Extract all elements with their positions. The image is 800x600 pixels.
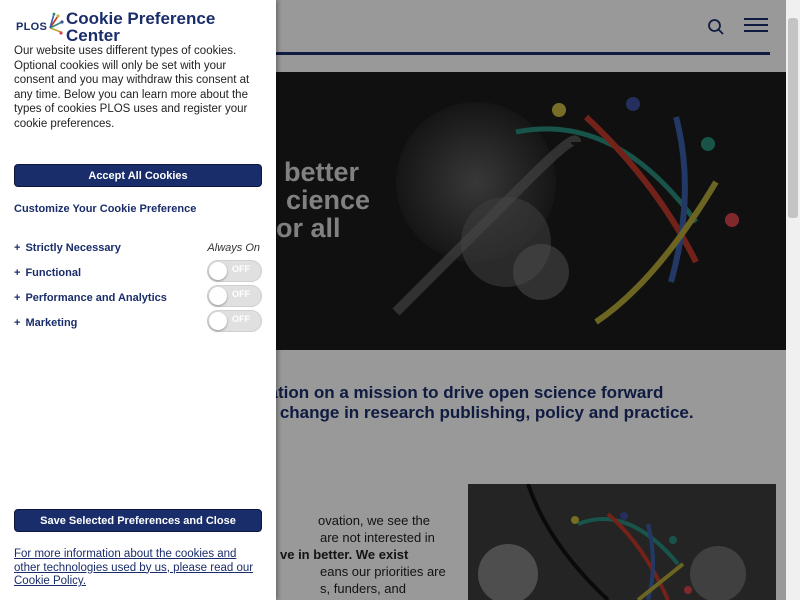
functional-toggle[interactable]: OFF	[207, 260, 262, 282]
expand-plus-icon[interactable]: +	[14, 317, 20, 329]
toggle-knob	[209, 262, 227, 280]
toggle-state: OFF	[232, 264, 250, 274]
scrollbar-thumb[interactable]	[788, 18, 798, 218]
category-name: Functional	[25, 267, 82, 279]
performance-analytics-toggle[interactable]: OFF	[207, 285, 262, 307]
always-on-status: Always On	[207, 242, 260, 254]
accept-all-cookies-button[interactable]: Accept All Cookies	[14, 164, 262, 187]
expand-plus-icon[interactable]: +	[14, 242, 20, 254]
category-name: Marketing	[25, 317, 78, 329]
logo-text: PLOS	[16, 21, 48, 33]
marketing-toggle[interactable]: OFF	[207, 310, 262, 332]
expand-plus-icon[interactable]: +	[14, 292, 20, 304]
cookie-policy-link[interactable]: For more information about the cookies a…	[14, 548, 264, 589]
category-performance-analytics[interactable]: + Performance and Analytics OFF	[14, 285, 266, 309]
category-label[interactable]: + Functional	[14, 267, 81, 279]
plos-logo-icon: PLOS	[14, 12, 64, 44]
category-label[interactable]: + Marketing	[14, 317, 77, 329]
category-marketing[interactable]: + Marketing OFF	[14, 310, 266, 334]
category-functional[interactable]: + Functional OFF	[14, 260, 266, 284]
toggle-state: OFF	[232, 289, 250, 299]
customize-heading: Customize Your Cookie Preference	[14, 203, 197, 215]
save-preferences-button[interactable]: Save Selected Preferences and Close	[14, 509, 262, 532]
category-label[interactable]: + Strictly Necessary	[14, 242, 121, 254]
cookie-preference-panel: PLOS Cookie Preference Center Our websit…	[0, 0, 276, 600]
toggle-state: OFF	[232, 314, 250, 324]
category-strictly-necessary[interactable]: + Strictly Necessary Always On	[14, 239, 266, 259]
toggle-knob	[209, 287, 227, 305]
toggle-knob	[209, 312, 227, 330]
expand-plus-icon[interactable]: +	[14, 267, 20, 279]
category-label[interactable]: + Performance and Analytics	[14, 292, 167, 304]
category-name: Strictly Necessary	[25, 242, 121, 254]
category-name: Performance and Analytics	[25, 292, 167, 304]
panel-title: Cookie Preference Center	[66, 9, 216, 45]
panel-description: Our website uses different types of cook…	[14, 45, 250, 130]
